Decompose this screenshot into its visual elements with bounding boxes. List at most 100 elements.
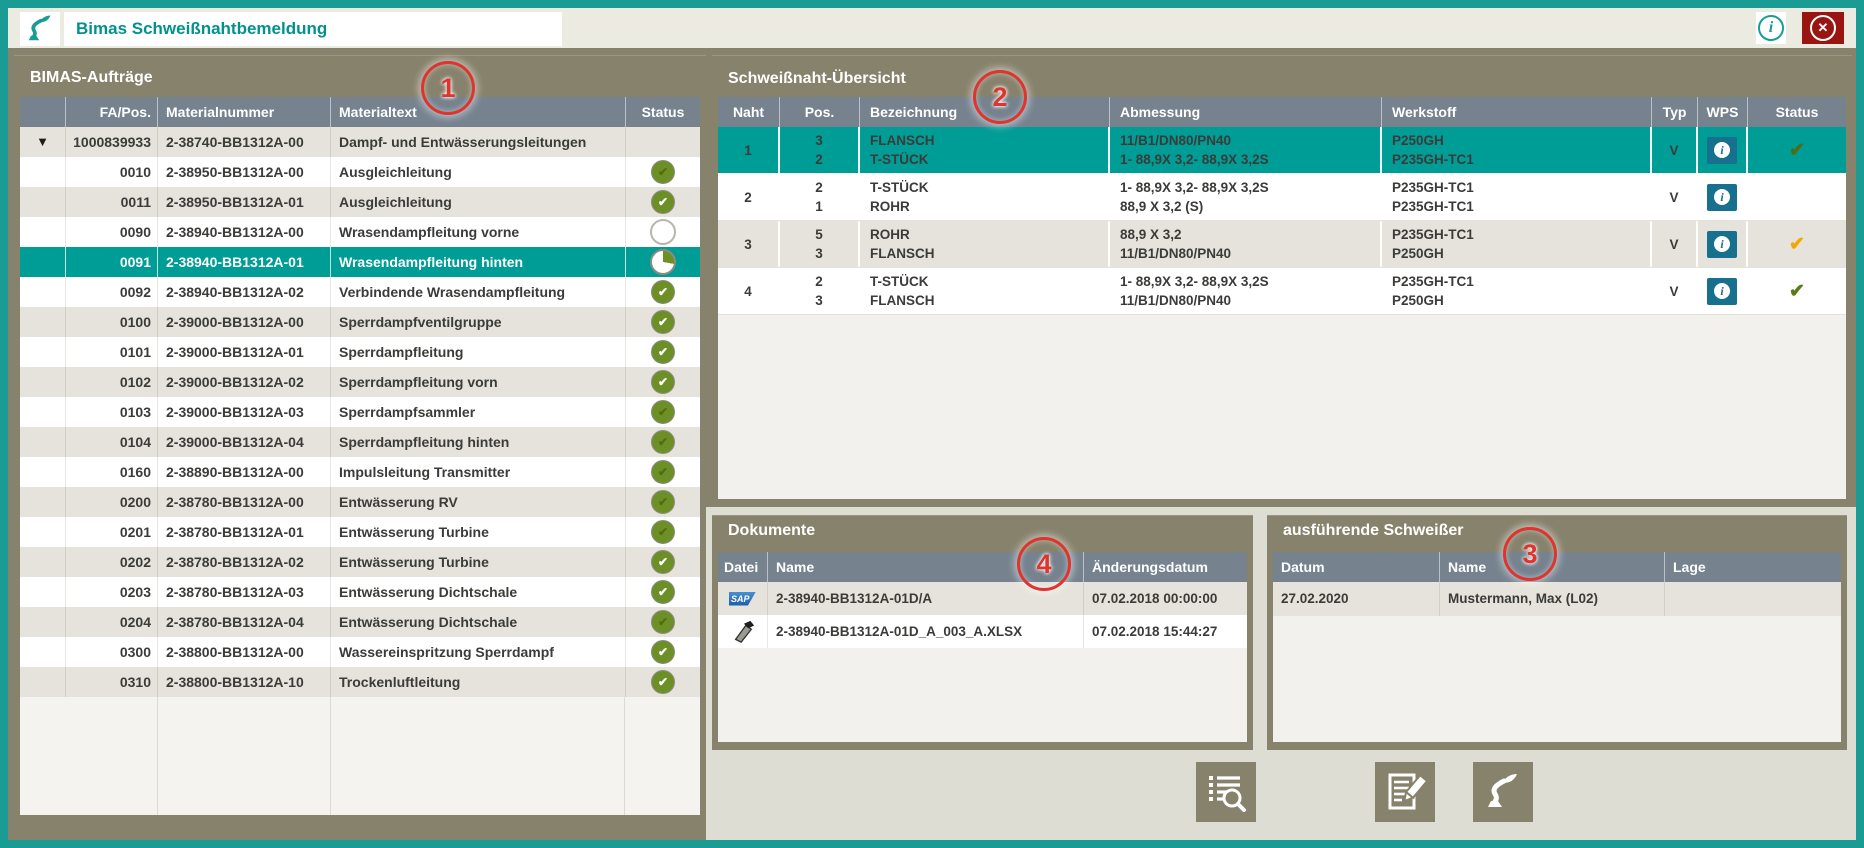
table-row[interactable]: 00922-38940-BB1312A-02Verbindende Wrasen… <box>20 277 700 307</box>
table-row[interactable]: 00902-38940-BB1312A-00Wrasendampfleitung… <box>20 217 700 247</box>
materialtext-value: Sperrdampfleitung <box>331 337 626 367</box>
panel-schweissnaht-uebersicht: Schweißnaht-Übersicht Naht Pos. Bezeichn… <box>712 55 1852 507</box>
expand-cell <box>20 337 66 367</box>
status-cell: ✔ <box>626 487 700 517</box>
materialtext-value: Ausgleichleitung <box>331 187 626 217</box>
edit-document-button[interactable] <box>1375 762 1435 822</box>
table-row[interactable]: 2-38940-BB1312A-01D_A_003_A.XLSX07.02.20… <box>718 615 1247 648</box>
abmessung-cell: 1- 88,9X 3,2- 88,9X 3,2S11/B1/DN80/PN40 <box>1110 268 1382 314</box>
pos-value: 2 <box>780 178 858 197</box>
table-row[interactable]: 02032-38780-BB1312A-03Entwässerung Dicht… <box>20 577 700 607</box>
annotation-circle-2: 2 <box>973 70 1027 124</box>
expand-cell <box>20 457 66 487</box>
table-row[interactable]: 03102-38800-BB1312A-10Trockenluftleitung… <box>20 667 700 697</box>
pos-cell: 23 <box>780 268 860 314</box>
status-cell <box>626 127 700 157</box>
expand-cell <box>20 577 66 607</box>
status-cell: ✔ <box>1748 268 1846 314</box>
materialnummer-value: 2-38740-BB1312A-00 <box>158 127 331 157</box>
bezeichnung-value: FLANSCH <box>870 291 1108 310</box>
document-name: 2-38940-BB1312A-01D_A_003_A.XLSX <box>768 615 1084 648</box>
werkstoff-cell: P235GH-TC1P250GH <box>1382 221 1652 267</box>
wps-info-button[interactable]: i <box>1707 137 1737 164</box>
status-cell: ✔ <box>626 427 700 457</box>
expand-cell <box>20 367 66 397</box>
table-row[interactable]: 423T-STÜCKFLANSCH1- 88,9X 3,2- 88,9X 3,2… <box>718 268 1846 315</box>
fa-pos-value: 0203 <box>66 577 158 607</box>
bimas-table-empty-area <box>20 697 700 815</box>
wps-info-button[interactable]: i <box>1707 231 1737 258</box>
table-row[interactable]: 00112-38950-BB1312A-01Ausgleichleitung✔ <box>20 187 700 217</box>
fa-pos-value: 0092 <box>66 277 158 307</box>
wps-cell: i <box>1698 221 1748 267</box>
table-row[interactable]: 02002-38780-BB1312A-00Entwässerung RV✔ <box>20 487 700 517</box>
materialnummer-value: 2-39000-BB1312A-04 <box>158 427 331 457</box>
materialtext-value: Wrasendampfleitung vorne <box>331 217 626 247</box>
saw-file-icon <box>731 620 755 644</box>
wps-info-button[interactable]: i <box>1707 184 1737 211</box>
table-row[interactable]: 01602-38890-BB1312A-00Impulsleitung Tran… <box>20 457 700 487</box>
materialtext-value: Sperrdampfleitung hinten <box>331 427 626 457</box>
pos-cell: 21 <box>780 174 860 220</box>
table-row[interactable]: 00912-38940-BB1312A-01Wrasendampfleitung… <box>20 247 700 277</box>
table-row[interactable]: SAP2-38940-BB1312A-01D/A07.02.2018 00:00… <box>718 582 1247 615</box>
weld-table-body: 132FLANSCHT-STÜCK11/B1/DN80/PN401- 88,9X… <box>718 127 1846 315</box>
info-button[interactable]: i <box>1756 12 1786 44</box>
table-row[interactable]: 27.02.2020Mustermann, Max (L02) <box>1273 582 1841 616</box>
table-row[interactable]: 02022-38780-BB1312A-02Entwässerung Turbi… <box>20 547 700 577</box>
table-row[interactable]: 01042-39000-BB1312A-04Sperrdampfleitung … <box>20 427 700 457</box>
col-wps: WPS <box>1698 97 1748 127</box>
table-row[interactable]: 03002-38800-BB1312A-00Wassereinspritzung… <box>20 637 700 667</box>
status-done-icon: ✔ <box>651 670 675 694</box>
pos-cell: 32 <box>780 127 860 173</box>
panel-title-schweissnaht: Schweißnaht-Übersicht <box>712 55 1852 88</box>
table-row[interactable]: 132FLANSCHT-STÜCK11/B1/DN80/PN401- 88,9X… <box>718 127 1846 174</box>
pos-cell: 53 <box>780 221 860 267</box>
status-cell: ✔ <box>626 457 700 487</box>
table-row[interactable]: 353ROHRFLANSCH88,9 X 3,211/B1/DN80/PN40P… <box>718 221 1846 268</box>
status-done-icon: ✔ <box>651 340 675 364</box>
table-row[interactable]: 01002-39000-BB1312A-00Sperrdampfventilgr… <box>20 307 700 337</box>
materialtext-value: Dampf- und Entwässerungsleitungen <box>331 127 626 157</box>
naht-value: 3 <box>718 221 780 267</box>
status-cell: ✔ <box>626 157 700 187</box>
welding-robot-icon <box>24 14 56 44</box>
table-row[interactable]: 01022-39000-BB1312A-02Sperrdampfleitung … <box>20 367 700 397</box>
table-row[interactable]: ▼10008399332-38740-BB1312A-00Dampf- und … <box>20 127 700 157</box>
docs-table-header: Datei Name Änderungsdatum <box>718 552 1247 582</box>
materialnummer-value: 2-38780-BB1312A-04 <box>158 607 331 637</box>
materialnummer-value: 2-38950-BB1312A-01 <box>158 187 331 217</box>
expand-arrow-icon[interactable]: ▼ <box>20 127 65 157</box>
welding-robot-button[interactable] <box>1473 762 1533 822</box>
table-row[interactable]: 00102-38950-BB1312A-00Ausgleichleitung✔ <box>20 157 700 187</box>
status-cell: ✔ <box>626 547 700 577</box>
werkstoff-value: P235GH-TC1 <box>1392 150 1650 169</box>
status-cell: ✔ <box>626 607 700 637</box>
wps-info-button[interactable]: i <box>1707 278 1737 305</box>
status-done-muted-icon: ✔ <box>651 490 675 514</box>
table-row[interactable]: 02012-38780-BB1312A-01Entwässerung Turbi… <box>20 517 700 547</box>
fa-pos-value: 0011 <box>66 187 158 217</box>
typ-value: V <box>1652 127 1698 173</box>
naht-value: 4 <box>718 268 780 314</box>
status-cell: ✔ <box>626 337 700 367</box>
file-icon-cell: SAP <box>718 582 768 615</box>
fa-pos-value: 0201 <box>66 517 158 547</box>
annotation-number: 3 <box>1522 539 1537 570</box>
table-row[interactable]: 02042-38780-BB1312A-04Entwässerung Dicht… <box>20 607 700 637</box>
close-button[interactable]: ✕ <box>1802 12 1844 44</box>
abmessung-value: 1- 88,9X 3,2- 88,9X 3,2S <box>1120 272 1380 291</box>
col-datei: Datei <box>718 552 768 582</box>
sap-file-icon: SAP <box>729 592 756 606</box>
col-naht: Naht <box>718 97 780 127</box>
status-cell: ✔ <box>626 307 700 337</box>
materialtext-value: Entwässerung Dichtschale <box>331 607 626 637</box>
table-row[interactable]: 221T-STÜCKROHR1- 88,9X 3,2- 88,9X 3,2S88… <box>718 174 1846 221</box>
table-row[interactable]: 01032-39000-BB1312A-03Sperrdampfsammler✔ <box>20 397 700 427</box>
panel-title-schweisser: ausführende Schweißer <box>1267 515 1847 540</box>
status-cell: ✔ <box>626 637 700 667</box>
materialtext-value: Entwässerung RV <box>331 487 626 517</box>
close-icon: ✕ <box>1810 15 1836 41</box>
table-row[interactable]: 01012-39000-BB1312A-01Sperrdampfleitung✔ <box>20 337 700 367</box>
search-list-button[interactable] <box>1196 762 1256 822</box>
